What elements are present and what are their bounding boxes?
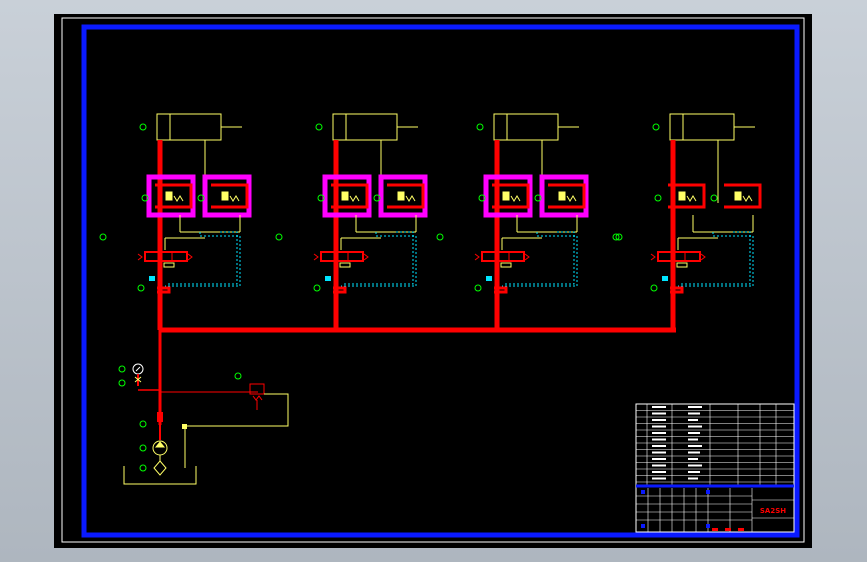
valve-core: [734, 191, 742, 201]
valve-core: [397, 191, 405, 201]
valve-core: [341, 191, 349, 201]
table-text: [688, 451, 700, 454]
table-text: [688, 458, 698, 460]
table-text: [652, 425, 666, 428]
title-marker: [706, 524, 710, 528]
title-marker: [706, 490, 710, 494]
cad-window: SA2SH: [0, 0, 867, 562]
coupling: [157, 412, 163, 422]
table-text: [652, 471, 666, 473]
pilot-marker: [325, 276, 331, 281]
hydraulic-schematic-canvas[interactable]: SA2SH: [0, 0, 867, 562]
title-marker: [641, 490, 645, 494]
table-text: [688, 445, 702, 447]
table-text: [652, 445, 666, 447]
title-mark: [725, 528, 731, 531]
table-text: [688, 406, 702, 408]
valve-core: [165, 191, 173, 201]
valve-core: [502, 191, 510, 201]
table-text: [688, 438, 698, 441]
table-text: [688, 432, 700, 434]
table-text: [688, 464, 702, 467]
table-text: [652, 438, 666, 441]
table-text: [652, 458, 666, 460]
title-mark: [712, 528, 718, 531]
title-marker: [641, 524, 645, 528]
pilot-marker: [149, 276, 155, 281]
table-text: [688, 425, 702, 428]
pilot-marker: [486, 276, 492, 281]
valve-core: [558, 191, 566, 201]
drawing-sheet: [54, 14, 812, 548]
table-text: [652, 419, 666, 421]
table-text: [652, 412, 666, 415]
table-text: [652, 451, 666, 454]
valve-core: [221, 191, 229, 201]
table-text: [688, 471, 700, 473]
table-text: [652, 406, 666, 408]
return-marker: [182, 424, 187, 429]
title-mark: [738, 528, 744, 531]
table-text: [652, 464, 666, 467]
table-text: [688, 477, 698, 480]
table-text: [688, 412, 700, 415]
pilot-marker: [662, 276, 668, 281]
table-text: [652, 432, 666, 434]
title-block-name: SA2SH: [760, 507, 786, 515]
table-text: [652, 477, 666, 480]
valve-core: [678, 191, 686, 201]
table-text: [688, 419, 698, 421]
